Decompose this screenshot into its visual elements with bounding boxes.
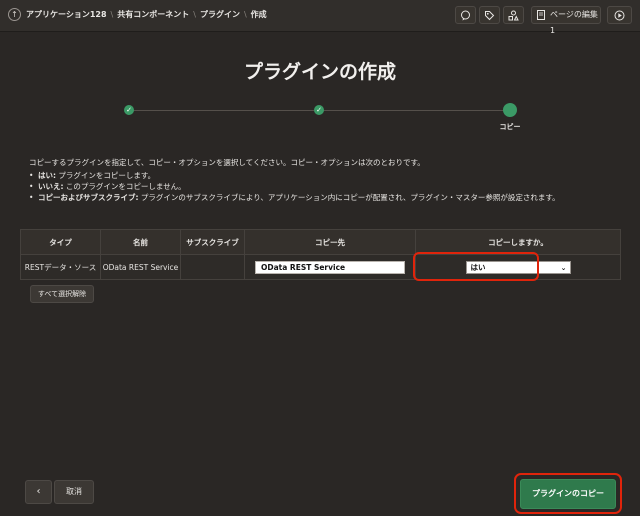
wizard-step-3-current bbox=[503, 103, 517, 117]
option-text: プラグインをコピーします。 bbox=[56, 171, 156, 180]
shapes-icon bbox=[508, 10, 519, 21]
check-icon: ✓ bbox=[126, 106, 132, 114]
breadcrumb-item-shared-components[interactable]: 共有コンポーネント bbox=[117, 10, 189, 19]
option-text: プラグインのサブスクライブにより、アプリケーション内にコピーが配置され、プラグイ… bbox=[138, 193, 560, 202]
top-toolbar: ↑ アプリケーション128 \ 共有コンポーネント \ プラグイン \ 作成 ページの編集 … bbox=[0, 0, 640, 35]
page-title: プラグインの作成 bbox=[243, 61, 396, 83]
comment-button[interactable] bbox=[455, 6, 476, 24]
highlight-annotation-select bbox=[413, 252, 539, 281]
instructions-intro: コピーするプラグインを指定して、コピー・オプションを選択してください。コピー・オ… bbox=[29, 158, 425, 167]
breadcrumb: アプリケーション128 \ 共有コンポーネント \ プラグイン \ 作成 bbox=[26, 10, 267, 19]
cell-subscribe bbox=[180, 254, 245, 280]
edit-page-button[interactable]: ページの編集 1 bbox=[531, 6, 601, 35]
breadcrumb-item-application[interactable]: アプリケーション128 bbox=[26, 10, 107, 19]
up-arrow-icon[interactable]: ↑ bbox=[8, 8, 21, 21]
edit-page-label: ページの編集 1 bbox=[550, 10, 598, 35]
comment-icon bbox=[461, 10, 470, 21]
check-icon: ✓ bbox=[316, 106, 322, 114]
option-copy-subscribe: コピーおよびサブスクライブ: プラグインのサブスクライブにより、アプリケーション… bbox=[29, 192, 614, 203]
option-yes: はい: プラグインをコピーします。 bbox=[29, 170, 614, 181]
column-header-type: タイプ bbox=[20, 229, 101, 255]
run-icon bbox=[614, 10, 625, 21]
unselect-all-button[interactable]: すべて選択解除 bbox=[30, 285, 94, 303]
highlight-annotation-copy-button bbox=[514, 473, 622, 514]
wizard-step-1-done: ✓ bbox=[124, 105, 134, 115]
option-text: このプラグインをコピーしません。 bbox=[63, 182, 186, 191]
wizard-step-2-done: ✓ bbox=[314, 105, 324, 115]
shapes-button[interactable] bbox=[503, 6, 524, 24]
option-term: コピーおよびサブスクライブ: bbox=[38, 193, 139, 202]
chevron-left-icon: ‹ bbox=[36, 486, 41, 497]
cancel-button[interactable]: 取消 bbox=[54, 480, 94, 504]
back-button[interactable]: ‹ bbox=[25, 480, 52, 504]
copy-target-input[interactable]: OData REST Service bbox=[255, 260, 405, 274]
tag-icon bbox=[485, 11, 495, 21]
column-header-subscribe: サブスクライブ bbox=[180, 229, 245, 255]
run-page-button[interactable] bbox=[607, 6, 632, 24]
breadcrumb-item-create: 作成 bbox=[250, 10, 267, 19]
wizard-step-label: コピー bbox=[499, 123, 521, 131]
chevron-down-icon: ⌄ bbox=[560, 263, 567, 272]
column-header-name: 名前 bbox=[100, 229, 181, 255]
breadcrumb-item-plugins[interactable]: プラグイン bbox=[200, 10, 240, 19]
cell-type: RESTデータ・ソース bbox=[20, 254, 101, 280]
cell-name: OData REST Service bbox=[100, 254, 181, 280]
tag-button[interactable] bbox=[479, 6, 500, 24]
option-term: いいえ: bbox=[38, 182, 64, 191]
cell-target: OData REST Service bbox=[244, 254, 416, 280]
column-header-target: コピー先 bbox=[244, 229, 416, 255]
table-header-row: タイプ 名前 サブスクライブ コピー先 コピーしますか。 bbox=[20, 229, 621, 255]
column-header-copy: コピーしますか。 bbox=[415, 229, 621, 255]
copy-options-list: はい: プラグインをコピーします。 いいえ: このプラグインをコピーしません。 … bbox=[29, 170, 614, 203]
option-no: いいえ: このプラグインをコピーしません。 bbox=[29, 181, 614, 192]
option-term: はい: bbox=[38, 171, 56, 180]
edit-page-icon bbox=[537, 10, 545, 20]
